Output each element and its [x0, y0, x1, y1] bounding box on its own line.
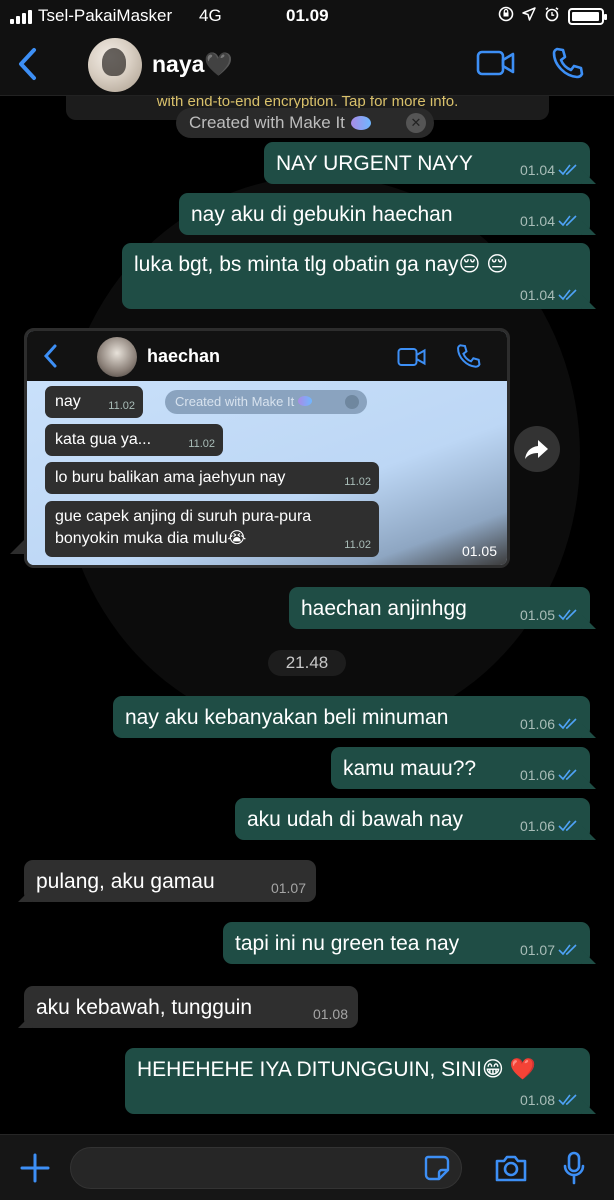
message-time: 01.07 — [270, 880, 306, 896]
message-bubble[interactable]: NAY URGENT NAYY 01.04 — [264, 142, 590, 184]
back-chevron-icon — [43, 344, 57, 368]
message-time: 01.06 — [519, 767, 555, 783]
status-time: 01.09 — [286, 6, 329, 25]
read-ticks-icon — [558, 609, 577, 621]
message-time: 01.04 — [519, 287, 555, 303]
embedded-chat-body: nay 11.02 Created with Make It kata gua y… — [27, 381, 507, 565]
message-bubble[interactable]: HEHEHEHE IYA DITUNGGUIN, SINI😁 ❤️ 01.08 — [125, 1048, 590, 1114]
message-bubble[interactable]: nay aku di gebukin haechan 01.04 — [179, 193, 590, 235]
message-time: 01.04 — [519, 213, 555, 229]
read-ticks-icon — [558, 164, 577, 176]
plus-icon[interactable] — [20, 1153, 50, 1183]
embedded-message: gue capek anjing di suruh pura-pura bony… — [45, 501, 379, 557]
video-call-icon — [397, 348, 426, 366]
contact-name[interactable]: naya🖤 — [152, 51, 233, 78]
read-ticks-icon — [558, 215, 577, 227]
close-icon[interactable]: ✕ — [406, 113, 426, 133]
message-time: 01.06 — [519, 716, 555, 732]
read-ticks-icon — [558, 1094, 577, 1106]
message-bubble[interactable]: haechan anjinhgg 01.05 — [289, 587, 590, 629]
screenshot-image[interactable]: haechan nay 11.02 Created with Make It ka… — [24, 328, 510, 568]
message-bubble[interactable]: aku udah di bawah nay 01.06 — [235, 798, 590, 840]
contact-avatar[interactable] — [88, 38, 142, 92]
read-ticks-icon — [558, 718, 577, 730]
camera-icon[interactable] — [494, 1153, 528, 1183]
embedded-chat-header: haechan — [27, 331, 507, 381]
message-time: 01.06 — [519, 818, 555, 834]
back-chevron-icon[interactable] — [14, 46, 44, 82]
chat-area[interactable]: with end-to-end encryption. Tap for more… — [0, 96, 614, 1134]
embedded-message: lo buru balikan ama jaehyun nay 11.02 — [45, 462, 379, 494]
embedded-avatar — [97, 337, 137, 377]
forward-icon[interactable] — [514, 426, 560, 472]
battery-icon — [568, 7, 607, 25]
image-message-time: 01.05 — [461, 543, 497, 559]
message-bubble[interactable]: pulang, aku gamau 01.07 — [24, 860, 316, 902]
message-bubble[interactable]: kamu mauu?? 01.06 — [331, 747, 590, 789]
message-bubble[interactable]: nay aku kebanyakan beli minuman 01.06 — [113, 696, 590, 738]
message-bubble[interactable]: luka bgt, bs minta tlg obatin ga nay😔 😔 … — [122, 243, 590, 309]
status-icons — [498, 6, 607, 26]
status-bar: Tsel-PakaiMasker 4G 01.09 — [0, 0, 614, 34]
signal-strength-icon — [10, 10, 32, 24]
message-time: 01.07 — [519, 942, 555, 958]
embedded-message: nay 11.02 — [45, 386, 143, 418]
read-ticks-icon — [558, 289, 577, 301]
message-bubble[interactable]: aku kebawah, tungguin 01.08 — [24, 986, 358, 1028]
image-message[interactable]: haechan nay 11.02 Created with Make It ka… — [10, 326, 510, 568]
location-icon — [522, 7, 536, 25]
embedded-make-it-watermark: Created with Make It — [165, 390, 367, 414]
message-input[interactable] — [70, 1147, 462, 1189]
read-ticks-icon — [558, 769, 577, 781]
chat-header: naya🖤 — [0, 34, 614, 96]
phone-icon — [457, 344, 481, 368]
message-time: 01.04 — [519, 162, 555, 178]
alarm-icon — [544, 6, 560, 26]
microphone-icon[interactable] — [562, 1151, 586, 1185]
video-call-icon[interactable] — [476, 48, 516, 78]
read-ticks-icon — [558, 944, 577, 956]
rotation-lock-icon — [498, 6, 514, 26]
message-time: 01.08 — [312, 1006, 348, 1022]
carrier-name: Tsel-PakaiMasker — [38, 6, 173, 25]
make-it-logo-icon — [350, 116, 371, 130]
sticker-icon[interactable] — [424, 1155, 450, 1181]
message-time: 01.05 — [519, 607, 555, 623]
make-it-watermark: Created with Make It ✕ — [176, 108, 434, 138]
embedded-contact-name: haechan — [147, 346, 221, 366]
network-type: 4G — [199, 6, 222, 25]
message-time: 01.08 — [519, 1092, 555, 1108]
message-composer — [0, 1134, 614, 1200]
embedded-message: kata gua ya... 11.02 — [45, 424, 223, 456]
message-bubble[interactable]: tapi ini nu green tea nay 01.07 — [223, 922, 590, 964]
date-divider: 21.48 — [268, 650, 346, 676]
phone-icon[interactable] — [550, 46, 584, 80]
read-ticks-icon — [558, 820, 577, 832]
